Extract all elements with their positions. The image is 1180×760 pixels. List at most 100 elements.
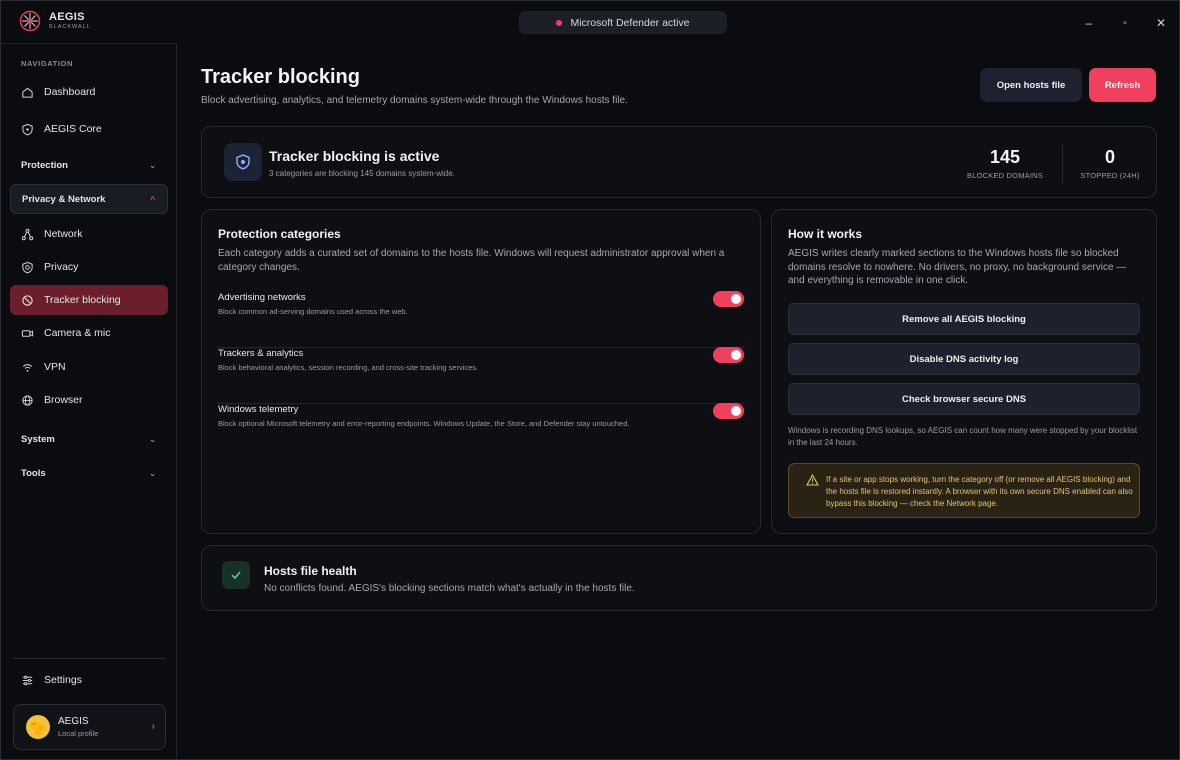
chevron-down-icon: ⌄: [149, 434, 156, 444]
refresh-button[interactable]: Refresh: [1089, 68, 1156, 102]
group-label: Privacy & Network: [22, 193, 106, 205]
title-bar: AEGIS BLACKWALL Microsoft Defender activ…: [1, 1, 1179, 43]
stat-value: 145: [989, 147, 1021, 167]
maximize-button[interactable]: ▫: [1115, 13, 1135, 33]
category-name: Advertising networks: [218, 292, 306, 303]
shield-check-icon: [22, 261, 33, 273]
sidebar-item-label: Network: [44, 228, 83, 240]
page-subtitle: Block advertising, analytics, and teleme…: [201, 95, 628, 106]
sidebar-item-privacy[interactable]: Privacy: [10, 252, 168, 282]
sidebar-item-aegis-core[interactable]: AEGIS Core: [10, 114, 168, 144]
profile-card[interactable]: 🐤 AEGIS Local profile ›: [13, 704, 166, 750]
stat-stopped-24h: 0 STOPPED (24H): [1077, 147, 1143, 180]
category-description: Block behavioral analytics, session reco…: [218, 363, 479, 372]
sidebar-item-label: Settings: [44, 674, 82, 686]
advertising-toggle[interactable]: [713, 291, 744, 307]
close-button[interactable]: ✕: [1151, 13, 1171, 33]
card-title: Protection categories: [218, 227, 341, 241]
sidebar-group-tools[interactable]: Tools ⌄: [10, 458, 168, 488]
how-it-works-card: How it works AEGIS writes clearly marked…: [771, 209, 1157, 534]
sidebar-item-tracker-blocking[interactable]: Tracker blocking: [10, 285, 168, 315]
globe-icon: [22, 394, 33, 406]
category-description: Block optional Microsoft telemetry and e…: [218, 419, 630, 428]
remove-all-blocking-button[interactable]: Remove all AEGIS blocking: [788, 303, 1140, 335]
shield-icon: [22, 123, 33, 135]
status-subtitle: 3 categories are blocking 145 domains sy…: [269, 169, 455, 178]
check-secure-dns-button[interactable]: Check browser secure DNS: [788, 383, 1140, 415]
check-icon: [222, 561, 250, 589]
protection-categories-card: Protection categories Each category adds…: [201, 209, 761, 534]
sidebar-item-label: Privacy: [44, 261, 79, 273]
status-text: Microsoft Defender active: [570, 16, 690, 29]
disable-dns-log-button[interactable]: Disable DNS activity log: [788, 343, 1140, 375]
warning-text: If a site or app stops working, turn the…: [826, 475, 1133, 508]
open-hosts-file-button[interactable]: Open hosts file: [980, 68, 1082, 102]
group-label: Tools: [21, 467, 46, 479]
home-icon: [22, 87, 33, 98]
app-window: AEGIS BLACKWALL Microsoft Defender activ…: [0, 0, 1180, 760]
sliders-icon: [22, 675, 33, 685]
minimize-button[interactable]: –: [1079, 13, 1099, 33]
sidebar: NAVIGATION Dashboard AEGIS Core Protecti…: [1, 43, 177, 759]
sidebar-group-privacy-network[interactable]: Privacy & Network ^: [10, 184, 168, 214]
sidebar-item-camera-mic[interactable]: Camera & mic: [10, 318, 168, 348]
sidebar-item-label: Browser: [44, 394, 83, 406]
warning-box: If a site or app stops working, turn the…: [788, 463, 1140, 518]
profile-name: AEGIS: [58, 716, 89, 727]
group-label: Protection: [21, 159, 68, 171]
sidebar-item-dashboard[interactable]: Dashboard: [10, 77, 168, 107]
category-row-advertising: Advertising networks Block common ad-ser…: [218, 291, 744, 348]
page-title: Tracker blocking: [201, 66, 360, 88]
category-row-telemetry: Windows telemetry Block optional Microso…: [218, 403, 744, 460]
vpn-icon: [22, 363, 33, 372]
avatar: 🐤: [26, 715, 50, 739]
nav-heading: NAVIGATION: [21, 59, 73, 68]
sidebar-item-label: Dashboard: [44, 86, 96, 98]
chevron-down-icon: ⌄: [149, 468, 156, 478]
category-description: Block common ad-serving domains used acr…: [218, 307, 408, 316]
app-subtitle: BLACKWALL: [49, 23, 91, 30]
sidebar-item-vpn[interactable]: VPN: [10, 352, 168, 382]
network-icon: [21, 228, 34, 240]
status-title: Tracker blocking is active: [269, 148, 440, 164]
app-name: AEGIS: [49, 10, 85, 23]
stat-label: BLOCKED DOMAINS: [967, 171, 1043, 180]
stat-label: STOPPED (24H): [1080, 171, 1140, 180]
defender-status-pill[interactable]: Microsoft Defender active: [519, 11, 727, 34]
aegis-logo-icon: [19, 10, 41, 32]
sidebar-item-network[interactable]: Network: [10, 219, 168, 249]
sidebar-item-browser[interactable]: Browser: [10, 385, 168, 415]
stat-blocked-domains: 145 BLOCKED DOMAINS: [964, 147, 1046, 180]
profile-subtitle: Local profile: [58, 729, 99, 738]
status-card: Tracker blocking is active 3 categories …: [201, 126, 1157, 198]
sidebar-divider: [13, 658, 165, 659]
dns-note: Windows is recording DNS lookups, so AEG…: [788, 426, 1138, 447]
sidebar-item-label: AEGIS Core: [44, 123, 102, 135]
category-row-trackers: Trackers & analytics Block behavioral an…: [218, 347, 744, 404]
camera-icon: [21, 329, 34, 337]
sidebar-item-label: VPN: [44, 361, 66, 373]
shield-status-icon: [224, 143, 262, 181]
trackers-toggle[interactable]: [713, 347, 744, 363]
sidebar-group-protection[interactable]: Protection ⌄: [10, 150, 168, 180]
category-name: Windows telemetry: [218, 404, 299, 415]
hosts-health-card: Hosts file health No conflicts found. AE…: [201, 545, 1157, 611]
brand: AEGIS BLACKWALL: [19, 10, 91, 32]
health-title: Hosts file health: [264, 564, 357, 578]
card-description: Each category adds a curated set of doma…: [218, 248, 725, 273]
sidebar-item-settings[interactable]: Settings: [10, 665, 168, 695]
card-description: AEGIS writes clearly marked sections to …: [788, 248, 1127, 286]
sidebar-item-label: Tracker blocking: [44, 294, 121, 306]
stat-divider: [1062, 145, 1063, 183]
category-name: Trackers & analytics: [218, 348, 304, 359]
sidebar-group-system[interactable]: System ⌄: [10, 424, 168, 454]
block-icon: [22, 294, 33, 306]
health-subtitle: No conflicts found. AEGIS's blocking sec…: [264, 583, 635, 594]
stat-value: 0: [1104, 147, 1115, 167]
group-label: System: [21, 433, 55, 445]
chevron-up-icon: ^: [150, 194, 155, 204]
chevron-right-icon: ›: [151, 721, 155, 732]
telemetry-toggle[interactable]: [713, 403, 744, 419]
warning-icon: [806, 474, 819, 486]
card-title: How it works: [788, 227, 863, 241]
